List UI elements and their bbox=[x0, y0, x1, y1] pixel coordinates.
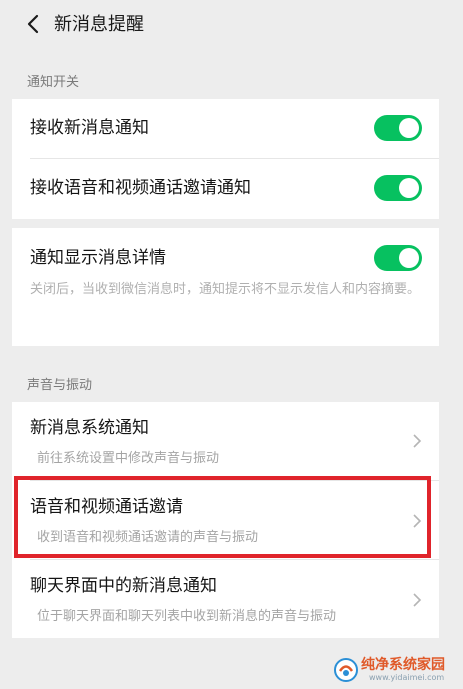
show-detail-card: 通知显示消息详情 关闭后，当收到微信消息时，通知提示将不显示发信人和内容摘要。 bbox=[12, 228, 439, 346]
show-detail-description: 关闭后，当收到微信消息时，通知提示将不显示发信人和内容摘要。 bbox=[30, 282, 421, 297]
show-detail-toggle[interactable] bbox=[374, 245, 422, 271]
row-call-invite[interactable]: 语音和视频通话邀请 收到语音和视频通话邀请的声音与振动 bbox=[12, 481, 439, 559]
page-title: 新消息提醒 bbox=[54, 14, 144, 35]
top-bar: 新消息提醒 bbox=[0, 0, 451, 50]
row-description: 收到语音和视频通话邀请的声音与振动 bbox=[37, 530, 259, 545]
back-arrow-icon[interactable] bbox=[24, 13, 46, 35]
row-label: 接收语音和视频通话邀请通知 bbox=[30, 178, 251, 198]
sound-vibrate-card: 新消息系统通知 前往系统设置中修改声音与振动 语音和视频通话邀请 收到语音和视频… bbox=[12, 402, 439, 638]
watermark-text: 纯净系统家园 bbox=[361, 657, 445, 673]
section-label-sound-vibrate: 声音与振动 bbox=[27, 378, 93, 393]
row-description: 前往系统设置中修改声音与振动 bbox=[37, 451, 220, 466]
toggle-knob bbox=[399, 118, 419, 138]
row-receive-new-message[interactable]: 接收新消息通知 bbox=[12, 99, 439, 158]
row-label: 聊天界面中的新消息通知 bbox=[30, 576, 217, 596]
chevron-right-icon bbox=[413, 434, 422, 448]
toggle-knob bbox=[399, 248, 419, 268]
watermark-logo-icon bbox=[334, 658, 358, 682]
row-label: 新消息系统通知 bbox=[30, 418, 149, 438]
receive-call-invite-toggle[interactable] bbox=[374, 175, 422, 201]
row-label-show-detail: 通知显示消息详情 bbox=[30, 248, 166, 268]
chevron-right-icon bbox=[413, 593, 422, 607]
notify-switch-card: 接收新消息通知 接收语音和视频通话邀请通知 bbox=[12, 99, 439, 219]
row-chat-notify[interactable]: 聊天界面中的新消息通知 位于聊天界面和聊天列表中收到新消息的声音与振动 bbox=[12, 560, 439, 638]
row-label: 语音和视频通话邀请 bbox=[30, 497, 183, 517]
row-system-notify[interactable]: 新消息系统通知 前往系统设置中修改声音与振动 bbox=[12, 402, 439, 480]
row-description: 位于聊天界面和聊天列表中收到新消息的声音与振动 bbox=[37, 609, 337, 624]
row-label: 接收新消息通知 bbox=[30, 118, 149, 138]
section-label-notify-switch: 通知开关 bbox=[27, 75, 80, 90]
row-receive-call-invite[interactable]: 接收语音和视频通话邀请通知 bbox=[12, 159, 439, 219]
receive-new-message-toggle[interactable] bbox=[374, 115, 422, 141]
toggle-knob bbox=[399, 178, 419, 198]
watermark-url: www.yidaimei.com bbox=[369, 673, 445, 682]
watermark: 纯净系统家园 www.yidaimei.com bbox=[333, 657, 453, 683]
chevron-right-icon bbox=[413, 514, 422, 528]
